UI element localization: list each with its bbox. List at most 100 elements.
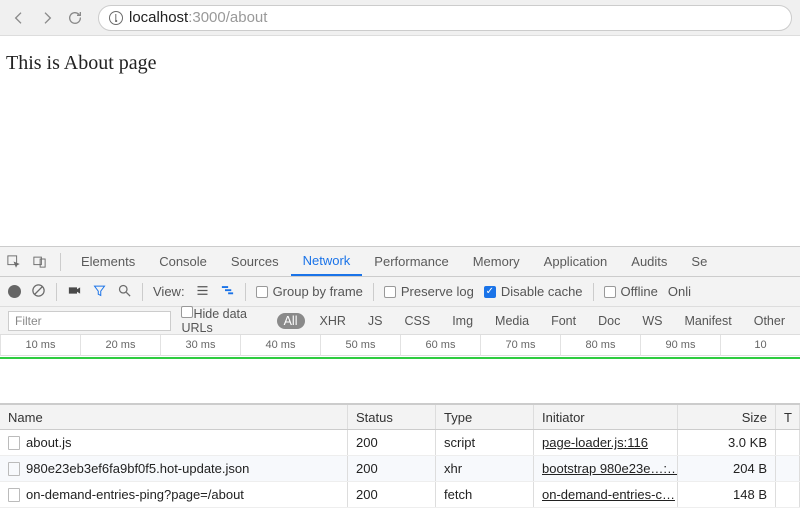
view-label: View: bbox=[153, 284, 185, 299]
offline-checkbox[interactable]: Offline bbox=[604, 284, 658, 299]
filter-input[interactable]: Filter bbox=[8, 311, 171, 331]
filter-type-doc[interactable]: Doc bbox=[591, 313, 627, 329]
separator bbox=[142, 283, 143, 301]
devtools-tab-network[interactable]: Network bbox=[291, 247, 363, 276]
devtools-tab-performance[interactable]: Performance bbox=[362, 247, 460, 276]
cell-initiator: bootstrap 980e23e…:… bbox=[534, 456, 678, 481]
filter-type-css[interactable]: CSS bbox=[398, 313, 438, 329]
separator bbox=[60, 253, 61, 271]
device-toggle-icon[interactable] bbox=[26, 254, 52, 269]
devtools-tab-elements[interactable]: Elements bbox=[69, 247, 147, 276]
view-list-icon[interactable] bbox=[195, 283, 210, 301]
cell-status: 200 bbox=[348, 482, 436, 507]
filter-type-other[interactable]: Other bbox=[747, 313, 792, 329]
group-by-frame-label: Group by frame bbox=[273, 284, 363, 299]
col-name[interactable]: Name bbox=[0, 405, 348, 429]
devtools-tab-application[interactable]: Application bbox=[532, 247, 620, 276]
filter-type-js[interactable]: JS bbox=[361, 313, 390, 329]
preserve-log-checkbox[interactable]: Preserve log bbox=[384, 284, 474, 299]
resource-type-filters: All XHR JS CSS Img Media Font Doc WS Manifest Othe… bbox=[277, 313, 792, 329]
initiator-link[interactable]: on-demand-entries-c… bbox=[542, 487, 675, 502]
network-toolbar: View: Group by frame Preserve log ✓Disab… bbox=[0, 277, 800, 307]
cell-size: 148 B bbox=[678, 482, 776, 507]
col-time[interactable]: T bbox=[776, 405, 800, 429]
separator bbox=[56, 283, 57, 301]
view-waterfall-icon[interactable] bbox=[220, 283, 235, 301]
network-requests-table: Name Status Type Initiator Size T about.… bbox=[0, 404, 800, 508]
inspect-icon[interactable] bbox=[0, 254, 26, 269]
timeline-tick: 20 ms bbox=[80, 335, 160, 355]
filter-icon[interactable] bbox=[92, 283, 107, 301]
hide-data-urls-checkbox[interactable]: Hide data URLs bbox=[181, 306, 266, 335]
initiator-link[interactable]: bootstrap 980e23e…:… bbox=[542, 461, 678, 476]
file-icon bbox=[8, 488, 20, 502]
cell-initiator: on-demand-entries-c… bbox=[534, 482, 678, 507]
table-header: Name Status Type Initiator Size T bbox=[0, 404, 800, 430]
col-type[interactable]: Type bbox=[436, 405, 534, 429]
separator bbox=[373, 283, 374, 301]
filter-type-ws[interactable]: WS bbox=[635, 313, 669, 329]
timeline-tick: 70 ms bbox=[480, 335, 560, 355]
cell-status: 200 bbox=[348, 456, 436, 481]
disable-cache-label: Disable cache bbox=[501, 284, 583, 299]
table-row[interactable]: on-demand-entries-ping?page=/about200fet… bbox=[0, 482, 800, 508]
cell-type: xhr bbox=[436, 456, 534, 481]
filter-type-all[interactable]: All bbox=[277, 313, 305, 329]
file-icon bbox=[8, 462, 20, 476]
timeline-tick: 80 ms bbox=[560, 335, 640, 355]
timeline-tick: 10 bbox=[720, 335, 800, 355]
cell-time bbox=[776, 482, 800, 507]
separator bbox=[245, 283, 246, 301]
initiator-link[interactable]: page-loader.js:116 bbox=[542, 435, 648, 450]
filter-type-xhr[interactable]: XHR bbox=[313, 313, 353, 329]
filter-type-font[interactable]: Font bbox=[544, 313, 583, 329]
url-host: localhost bbox=[129, 9, 188, 26]
cell-name: on-demand-entries-ping?page=/about bbox=[0, 482, 348, 507]
timeline-activity-bar bbox=[0, 357, 800, 359]
back-button[interactable] bbox=[8, 7, 30, 29]
offline-label: Offline bbox=[621, 284, 658, 299]
filter-type-media[interactable]: Media bbox=[488, 313, 536, 329]
devtools-panel: ElementsConsoleSourcesNetworkPerformance… bbox=[0, 246, 800, 508]
address-bar[interactable]: localhost:3000/about bbox=[98, 5, 792, 31]
col-status[interactable]: Status bbox=[348, 405, 436, 429]
cell-size: 204 B bbox=[678, 456, 776, 481]
reload-button[interactable] bbox=[64, 7, 86, 29]
cell-type: script bbox=[436, 430, 534, 455]
disable-cache-checkbox[interactable]: ✓Disable cache bbox=[484, 284, 583, 299]
devtools-tab-console[interactable]: Console bbox=[147, 247, 219, 276]
col-size[interactable]: Size bbox=[678, 405, 776, 429]
devtools-tab-audits[interactable]: Audits bbox=[619, 247, 679, 276]
forward-button[interactable] bbox=[36, 7, 58, 29]
search-icon[interactable] bbox=[117, 283, 132, 301]
timeline-tick: 30 ms bbox=[160, 335, 240, 355]
filter-type-manifest[interactable]: Manifest bbox=[677, 313, 738, 329]
devtools-tab-memory[interactable]: Memory bbox=[461, 247, 532, 276]
camera-icon[interactable] bbox=[67, 283, 82, 301]
url-text: localhost:3000/about bbox=[129, 9, 267, 26]
record-button[interactable] bbox=[8, 285, 21, 298]
devtools-tab-se[interactable]: Se bbox=[679, 247, 719, 276]
page-viewport: This is About page bbox=[0, 36, 800, 246]
table-row[interactable]: about.js200scriptpage-loader.js:1163.0 K… bbox=[0, 430, 800, 456]
col-initiator[interactable]: Initiator bbox=[534, 405, 678, 429]
filter-placeholder: Filter bbox=[15, 314, 42, 328]
timeline-tick: 90 ms bbox=[640, 335, 720, 355]
network-timeline[interactable]: 10 ms20 ms30 ms40 ms50 ms60 ms70 ms80 ms… bbox=[0, 335, 800, 404]
group-by-frame-checkbox[interactable]: Group by frame bbox=[256, 284, 363, 299]
page-heading: This is About page bbox=[6, 52, 794, 75]
cell-type: fetch bbox=[436, 482, 534, 507]
devtools-tabs: ElementsConsoleSourcesNetworkPerformance… bbox=[0, 247, 800, 277]
filter-type-img[interactable]: Img bbox=[445, 313, 480, 329]
file-icon bbox=[8, 436, 20, 450]
timeline-tick: 50 ms bbox=[320, 335, 400, 355]
network-filter-bar: Filter Hide data URLs All XHR JS CSS Img Medi… bbox=[0, 307, 800, 335]
table-row[interactable]: 980e23eb3ef6fa9bf0f5.hot-update.json200x… bbox=[0, 456, 800, 482]
url-path: :3000/about bbox=[188, 9, 267, 26]
cell-size: 3.0 KB bbox=[678, 430, 776, 455]
cell-name: 980e23eb3ef6fa9bf0f5.hot-update.json bbox=[0, 456, 348, 481]
devtools-tab-sources[interactable]: Sources bbox=[219, 247, 291, 276]
timeline-tick: 10 ms bbox=[0, 335, 80, 355]
clear-icon[interactable] bbox=[31, 283, 46, 301]
timeline-tick: 40 ms bbox=[240, 335, 320, 355]
